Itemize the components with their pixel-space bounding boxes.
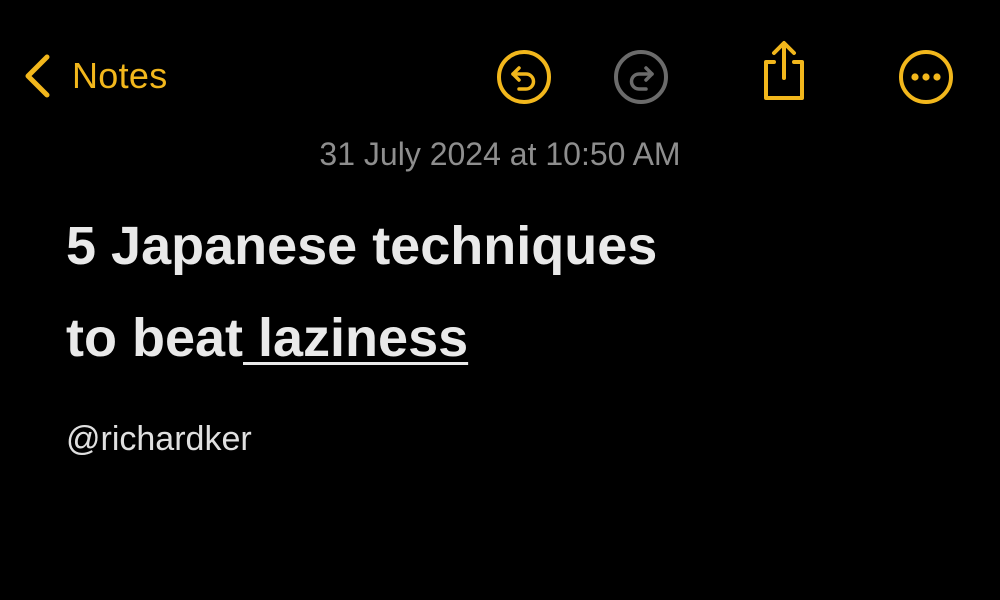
share-icon: [755, 38, 813, 104]
navigation-bar: Notes: [0, 0, 1000, 130]
undo-icon: [495, 48, 553, 106]
note-title-line-1: 5 Japanese techniques: [66, 216, 658, 276]
more-icon: [897, 48, 955, 106]
share-button[interactable]: [753, 40, 815, 102]
chevron-left-icon: [22, 53, 52, 99]
note-title[interactable]: 5 Japanese techniques to beat laziness: [66, 200, 946, 384]
more-button[interactable]: [895, 46, 957, 108]
redo-icon: [612, 48, 670, 106]
back-label: Notes: [72, 55, 168, 96]
redo-button[interactable]: [610, 46, 672, 108]
note-timestamp: 31 July 2024 at 10:50 AM: [319, 136, 681, 172]
note-title-line-2: to beat laziness: [66, 292, 946, 384]
laziness-link[interactable]: laziness: [243, 308, 468, 368]
undo-button[interactable]: [493, 46, 555, 108]
back-button[interactable]: Notes: [22, 50, 168, 102]
note-title-text: to beat: [66, 308, 244, 368]
author-handle[interactable]: @richardker: [66, 420, 252, 459]
